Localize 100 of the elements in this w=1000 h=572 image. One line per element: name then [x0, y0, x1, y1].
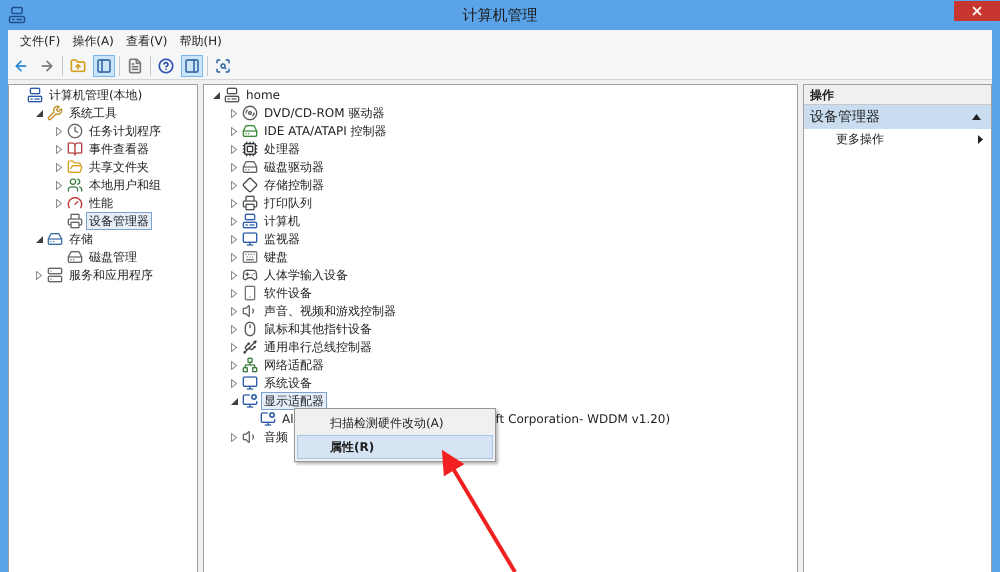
monitor-icon [242, 231, 258, 247]
collapsed-arrow-icon[interactable] [56, 180, 62, 190]
tree-item[interactable]: 通用串行总线控制器 [261, 338, 375, 356]
drive-icon [242, 123, 258, 139]
tree-item[interactable]: 键盘 [261, 248, 291, 266]
tools-icon [47, 105, 63, 121]
monitor-icon [242, 375, 258, 391]
collapsed-arrow-icon[interactable] [56, 198, 62, 208]
tree-item[interactable]: 任务计划程序 [86, 122, 164, 140]
tree-item[interactable]: 计算机 [261, 212, 303, 230]
tree-item[interactable]: 处理器 [261, 140, 303, 158]
collapsed-arrow-icon[interactable] [231, 342, 237, 352]
tree-item[interactable]: 鼠标和其他指针设备 [261, 320, 375, 338]
collapsed-arrow-icon[interactable] [231, 360, 237, 370]
panel-icon [96, 58, 112, 74]
tree-item[interactable]: home [243, 86, 284, 104]
toolbar-button[interactable] [181, 54, 203, 76]
device-icon [242, 285, 258, 301]
collapsed-arrow-icon[interactable] [231, 162, 237, 172]
collapsed-arrow-icon[interactable] [231, 306, 237, 316]
tree-item[interactable]: 音频 [261, 428, 291, 446]
menu-item[interactable]: 帮助(H) [173, 32, 228, 50]
tree-item[interactable]: 磁盘驱动器 [261, 158, 327, 176]
tree-item[interactable]: IDE ATA/ATAPI 控制器 [261, 122, 390, 140]
menu-item[interactable]: 查看(V) [120, 32, 174, 50]
tree-item[interactable]: 网络适配器 [261, 356, 327, 374]
forward-icon [39, 58, 55, 74]
tree-item[interactable]: 设备管理器 [86, 212, 152, 230]
collapsed-arrow-icon[interactable] [231, 144, 237, 154]
collapsed-arrow-icon[interactable] [56, 126, 62, 136]
mouse-icon [242, 321, 258, 337]
monitor-icon [260, 411, 276, 427]
context-menu-item[interactable]: 扫描检测硬件改动(A) [297, 411, 493, 435]
collapsed-arrow-icon[interactable] [231, 216, 237, 226]
app-icon [8, 6, 26, 24]
tree-item[interactable]: 服务和应用程序 [66, 266, 156, 284]
collapsed-arrow-icon[interactable] [231, 180, 237, 190]
expanded-arrow-icon[interactable] [230, 398, 238, 404]
tree-item-text: ft Corporation- WDDM v1.20) [496, 411, 670, 428]
back-icon [13, 58, 29, 74]
chip-icon [242, 141, 258, 157]
collapsed-arrow-icon[interactable] [36, 270, 42, 280]
scan-search-icon [215, 58, 231, 74]
context-menu-item[interactable]: 属性(R) [297, 435, 493, 459]
tree-item[interactable]: 事件查看器 [86, 140, 152, 158]
close-button[interactable] [954, 1, 1000, 21]
tree-item[interactable]: 计算机管理(本地) [46, 86, 146, 104]
collapsed-arrow-icon[interactable] [231, 198, 237, 208]
collapsed-arrow-icon[interactable] [231, 108, 237, 118]
tree-item[interactable]: 软件设备 [261, 284, 315, 302]
collapse-arrow-icon[interactable] [972, 114, 981, 120]
submenu-arrow-icon [978, 134, 983, 144]
collapsed-arrow-icon[interactable] [231, 288, 237, 298]
actions-section[interactable]: 设备管理器 [804, 105, 991, 129]
expanded-arrow-icon[interactable] [36, 236, 42, 242]
tree-item[interactable]: 系统工具 [66, 104, 120, 122]
tree-item[interactable]: DVD/CD-ROM 驱动器 [261, 104, 388, 122]
users-icon [67, 177, 83, 193]
document-icon [127, 58, 143, 74]
action-item[interactable]: 更多操作 [836, 130, 884, 148]
tree-item[interactable]: 存储控制器 [261, 176, 327, 194]
collapsed-arrow-icon[interactable] [56, 162, 62, 172]
window-title: 计算机管理 [462, 4, 538, 26]
menu-item[interactable]: 操作(A) [66, 32, 120, 50]
close-icon [970, 4, 984, 18]
diamond-icon [242, 177, 258, 193]
tree-item[interactable]: 监视器 [261, 230, 303, 248]
tree-item[interactable]: 声音、视频和游戏控制器 [261, 302, 399, 320]
tree-item[interactable]: 性能 [86, 194, 116, 212]
expanded-arrow-icon[interactable] [212, 92, 220, 98]
collapsed-arrow-icon[interactable] [231, 270, 237, 280]
tree-item[interactable]: 系统设备 [261, 374, 315, 392]
tree-item[interactable]: 存储 [66, 230, 96, 248]
expanded-arrow-icon[interactable] [36, 110, 42, 116]
tree-item[interactable]: 显示适配器 [261, 392, 327, 410]
panel-icon [184, 58, 200, 74]
menu-item[interactable]: 文件(F) [14, 32, 66, 50]
help-icon [158, 58, 174, 74]
tree-item[interactable]: 共享文件夹 [86, 158, 152, 176]
collapsed-arrow-icon[interactable] [56, 144, 62, 154]
computer-icon [27, 87, 43, 103]
tree-item[interactable]: Al [279, 410, 297, 428]
network-icon [242, 357, 258, 373]
printer-icon [242, 195, 258, 211]
collapsed-arrow-icon[interactable] [231, 324, 237, 334]
collapsed-arrow-icon[interactable] [231, 126, 237, 136]
collapsed-arrow-icon[interactable] [231, 252, 237, 262]
disc-icon [242, 105, 258, 121]
collapsed-arrow-icon[interactable] [231, 432, 237, 442]
collapsed-arrow-icon[interactable] [231, 234, 237, 244]
folder-icon [67, 159, 83, 175]
tree-item[interactable]: 人体学输入设备 [261, 266, 351, 284]
tree-item[interactable]: 磁盘管理 [86, 248, 140, 266]
tree-item[interactable]: 打印队列 [261, 194, 315, 212]
collapsed-arrow-icon[interactable] [231, 378, 237, 388]
toolbar-button[interactable] [93, 54, 115, 76]
log-book-icon [67, 141, 83, 157]
computer-icon [242, 213, 258, 229]
usb-icon [242, 339, 258, 355]
tree-item[interactable]: 本地用户和组 [86, 176, 164, 194]
